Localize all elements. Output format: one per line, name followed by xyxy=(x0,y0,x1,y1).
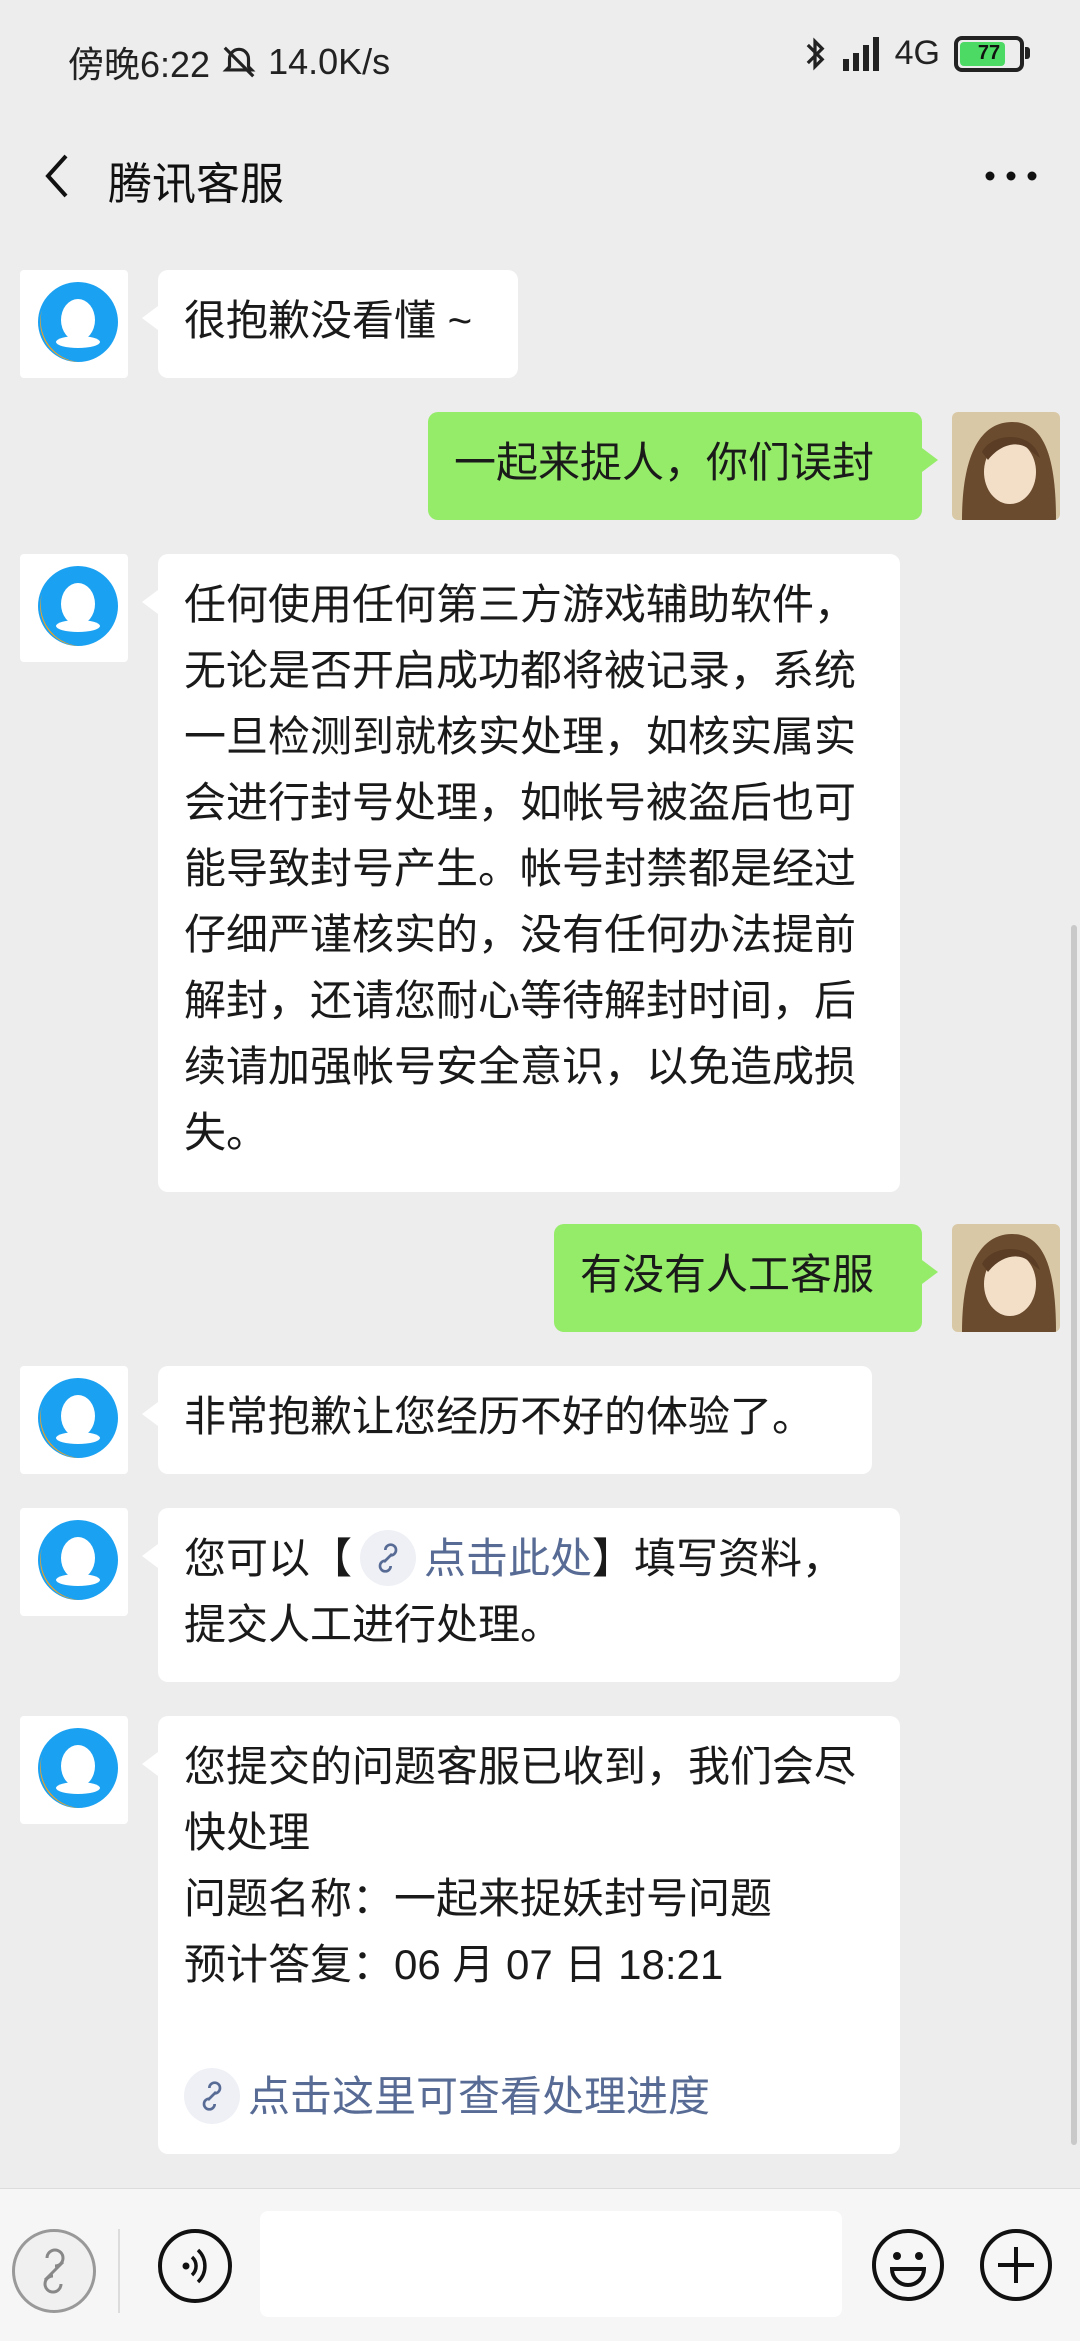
qq-penguin-icon xyxy=(38,1520,118,1600)
message-bubble-self: 一起来捉人，你们误封 xyxy=(428,412,938,520)
status-speed: 14.0K/s xyxy=(268,41,391,82)
progress-link-row[interactable]: 点击这里可查看处理进度 xyxy=(184,2064,874,2130)
user-avatar[interactable] xyxy=(952,412,1060,520)
mini-program-button[interactable] xyxy=(12,2229,96,2313)
emoji-icon[interactable] xyxy=(870,2227,946,2303)
message-bubble: 您可以【 点击此处】填写资料，提交人工进行处理。 xyxy=(142,1508,900,1682)
message-bubble: 很抱歉没看懂 ~ xyxy=(142,270,518,378)
signal-icon xyxy=(842,36,879,71)
more-dots-icon[interactable] xyxy=(976,148,1046,204)
status-time: 傍晚6:22 xyxy=(68,44,211,85)
back-chevron-icon[interactable] xyxy=(36,148,86,204)
cs-avatar[interactable] xyxy=(20,1716,128,1824)
input-bar xyxy=(0,2188,1080,2341)
message-bubble-self: 有没有人工客服 xyxy=(554,1224,938,1332)
voice-button[interactable] xyxy=(158,2229,232,2303)
bluetooth-icon xyxy=(806,36,825,71)
battery-icon: 77 xyxy=(954,35,1030,72)
qq-penguin-icon xyxy=(38,566,118,646)
cs-avatar[interactable] xyxy=(20,1366,128,1474)
mini-program-icon xyxy=(360,1529,417,1586)
view-progress-link[interactable]: 点击这里可查看处理进度 xyxy=(248,2073,710,2120)
message-bubble: 非常抱歉让您经历不好的体验了。 xyxy=(142,1366,872,1474)
title-bar: 腾讯客服 xyxy=(0,120,1080,232)
message-text: 预计答复：06 月 07 日 18:21 xyxy=(184,1941,724,1988)
status-bar: 傍晚6:22 14.0K/s 4G 77 xyxy=(0,0,1080,120)
message-bubble: 您提交的问题客服已收到，我们会尽快处理 问题名称：一起来捉妖封号问题 预计答复：… xyxy=(142,1716,900,2154)
message-text: 问题名称：一起来捉妖封号问题 xyxy=(184,1875,773,1922)
user-avatar[interactable] xyxy=(952,1224,1060,1332)
message-text: 您提交的问题客服已收到，我们会尽快处理 xyxy=(184,1743,857,1856)
click-here-link[interactable]: 点击此处 xyxy=(424,1535,592,1582)
mini-program-icon xyxy=(184,2067,240,2124)
plus-icon[interactable] xyxy=(978,2227,1054,2303)
message-input[interactable] xyxy=(260,2211,842,2317)
cs-avatar[interactable] xyxy=(20,1508,128,1616)
qq-penguin-icon xyxy=(38,1378,118,1458)
cs-avatar[interactable] xyxy=(20,270,128,378)
message-text: 您可以【 xyxy=(184,1535,353,1582)
mini-program-icon xyxy=(43,2248,65,2294)
scrollbar[interactable] xyxy=(1071,925,1077,2145)
divider xyxy=(118,2229,120,2313)
qq-penguin-icon xyxy=(38,282,118,362)
network-type: 4G xyxy=(894,34,940,72)
cs-avatar[interactable] xyxy=(20,554,128,662)
page-title: 腾讯客服 xyxy=(108,160,284,209)
qq-penguin-icon xyxy=(38,1728,118,1808)
voice-icon xyxy=(182,2248,207,2284)
alarm-off-icon xyxy=(222,46,256,78)
battery-level: 77 xyxy=(977,42,1001,64)
message-bubble: 任何使用任何第三方游戏辅助软件，无论是否开启成功都将被记录，系统一旦检测到就核实… xyxy=(142,554,900,1192)
